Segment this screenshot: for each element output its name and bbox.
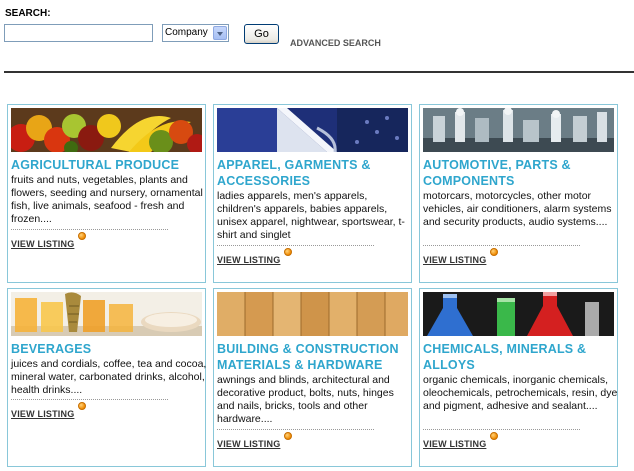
category-card-apparel: APPAREL, GARMENTS & ACCESSORIES ladies a… xyxy=(213,104,412,283)
dotted-divider xyxy=(11,399,168,400)
advanced-search-link[interactable]: ADVANCED SEARCH xyxy=(290,38,381,48)
category-description: organic chemicals, inorganic chemicals, … xyxy=(423,374,618,412)
rss-icon[interactable] xyxy=(490,248,498,256)
search-type-select[interactable]: Company xyxy=(162,24,229,42)
view-listing-link[interactable]: VIEW LISTING xyxy=(217,255,280,265)
juice-glasses-image[interactable] xyxy=(11,292,202,336)
view-listing-link[interactable]: VIEW LISTING xyxy=(217,439,280,449)
header-divider xyxy=(4,71,634,73)
rss-icon[interactable] xyxy=(490,432,498,440)
category-description: awnings and blinds, architectural and de… xyxy=(217,374,394,425)
category-title[interactable]: AGRICULTURAL PRODUCE xyxy=(11,157,207,173)
category-title[interactable]: BUILDING & CONSTRUCTION MATERIALS & HARD… xyxy=(217,341,413,373)
wood-planks-image[interactable] xyxy=(217,292,408,336)
chevron-down-icon[interactable] xyxy=(213,26,227,40)
category-title[interactable]: AUTOMOTIVE, PARTS & COMPONENTS xyxy=(423,157,619,189)
rss-icon[interactable] xyxy=(284,432,292,440)
category-description: juices and cordials, coffee, tea and coc… xyxy=(11,358,207,396)
view-listing-link[interactable]: VIEW LISTING xyxy=(11,239,74,249)
category-card-automotive: AUTOMOTIVE, PARTS & COMPONENTS motorcars… xyxy=(419,104,618,283)
dress-shirt-image[interactable] xyxy=(217,108,408,152)
dotted-divider xyxy=(423,245,580,246)
rss-icon[interactable] xyxy=(78,402,86,410)
category-title[interactable]: APPAREL, GARMENTS & ACCESSORIES xyxy=(217,157,413,189)
dotted-divider xyxy=(423,429,580,430)
category-card-beverages: BEVERAGES juices and cordials, coffee, t… xyxy=(7,288,206,467)
rss-icon[interactable] xyxy=(284,248,292,256)
dotted-divider xyxy=(217,245,374,246)
chemical-flasks-image[interactable] xyxy=(423,292,614,336)
go-button[interactable]: Go xyxy=(244,24,279,44)
category-card-chemicals: CHEMICALS, MINERALS & ALLOYS organic che… xyxy=(419,288,618,467)
category-card-agricultural: AGRICULTURAL PRODUCE fruits and nuts, ve… xyxy=(7,104,206,283)
fruit-basket-image[interactable] xyxy=(11,108,202,152)
dotted-divider xyxy=(217,429,374,430)
search-label: SEARCH: xyxy=(5,8,51,19)
search-type-value: Company xyxy=(165,27,208,38)
category-title[interactable]: CHEMICALS, MINERALS & ALLOYS xyxy=(423,341,619,373)
category-card-building: BUILDING & CONSTRUCTION MATERIALS & HARD… xyxy=(213,288,412,467)
view-listing-link[interactable]: VIEW LISTING xyxy=(11,409,74,419)
engine-parts-image[interactable] xyxy=(423,108,614,152)
category-title[interactable]: BEVERAGES xyxy=(11,341,207,357)
view-listing-link[interactable]: VIEW LISTING xyxy=(423,439,486,449)
category-description: fruits and nuts, vegetables, plants and … xyxy=(11,174,203,225)
rss-icon[interactable] xyxy=(78,232,86,240)
dotted-divider xyxy=(11,229,168,230)
category-description: motorcars, motorcycles, other motor vehi… xyxy=(423,190,612,228)
view-listing-link[interactable]: VIEW LISTING xyxy=(423,255,486,265)
search-input[interactable] xyxy=(4,24,153,42)
category-description: ladies apparels, men's apparels, childre… xyxy=(217,190,405,241)
